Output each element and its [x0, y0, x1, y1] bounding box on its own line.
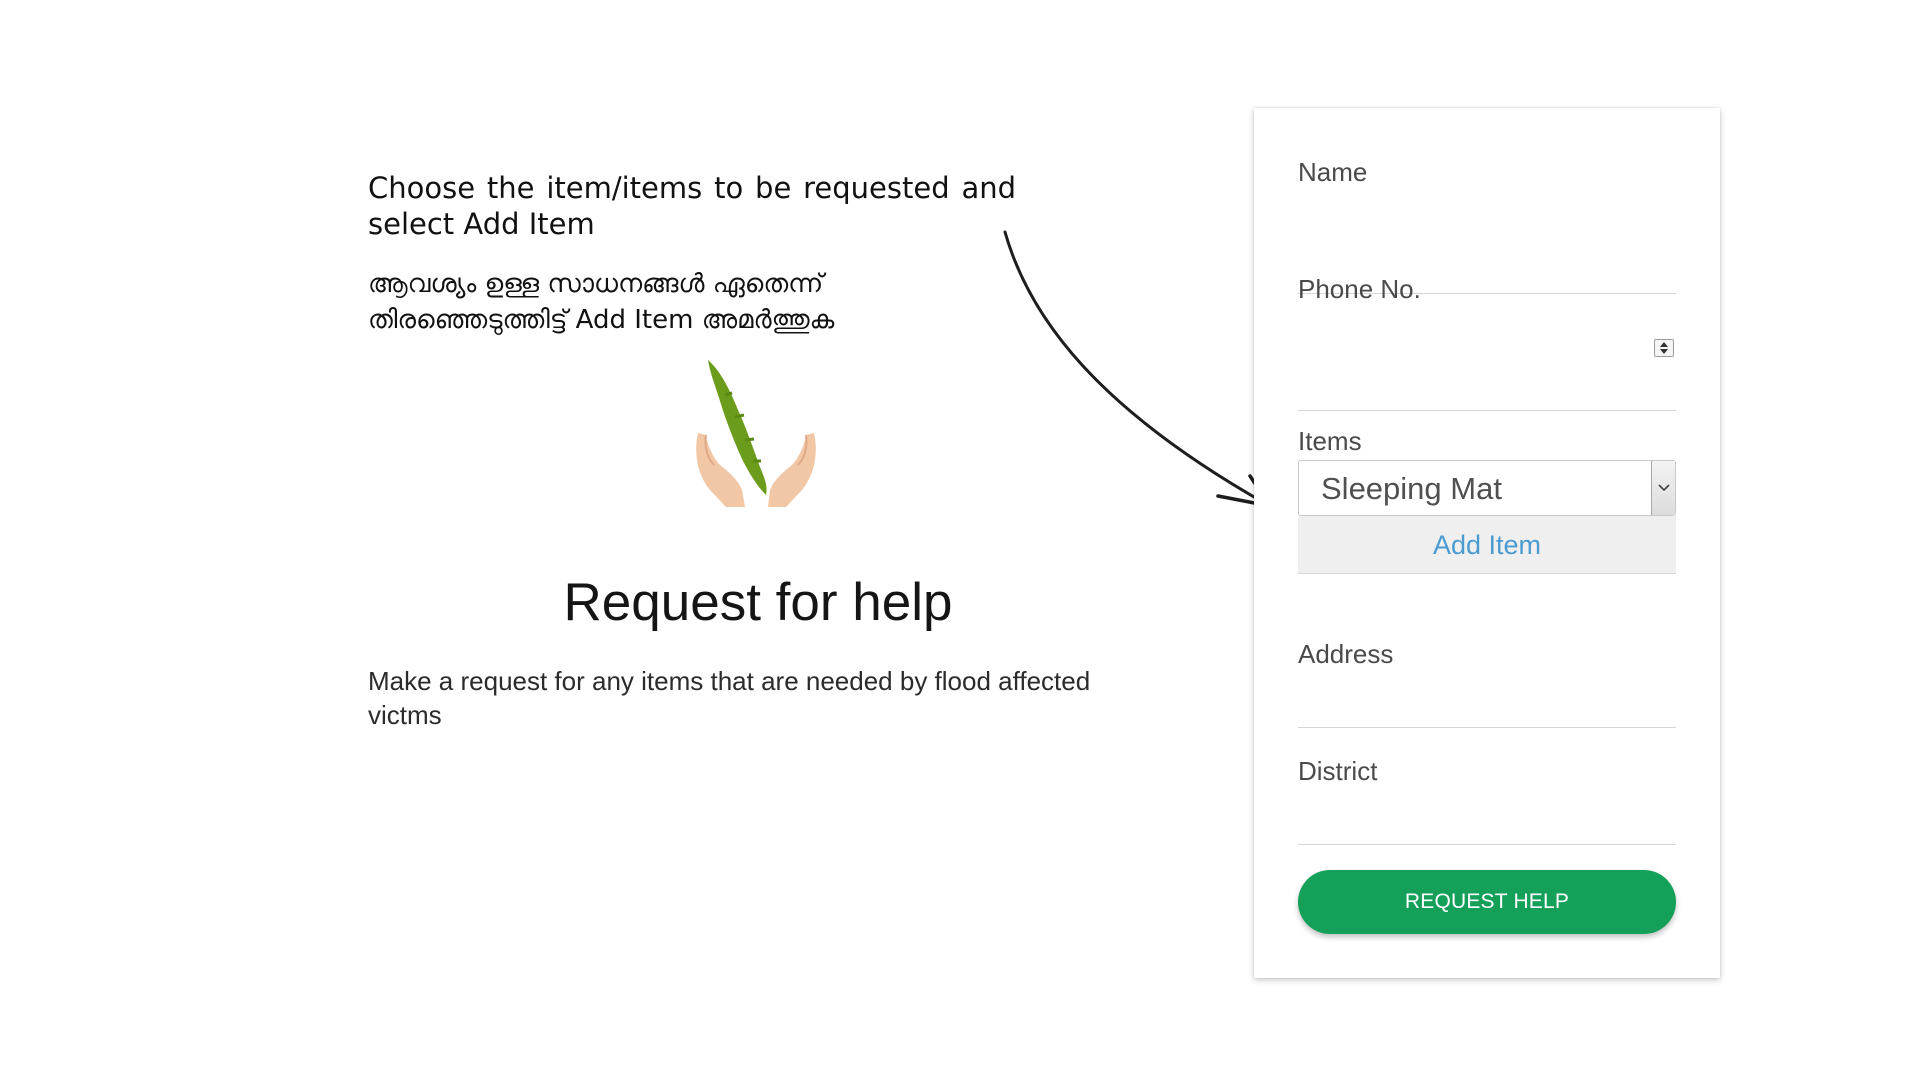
- add-item-button[interactable]: Add Item: [1298, 516, 1676, 574]
- kerala-hands-logo-icon: [696, 360, 816, 507]
- address-input[interactable]: [1298, 727, 1676, 728]
- chevron-down-icon[interactable]: [1651, 461, 1675, 515]
- request-form-card: Name Phone No. Items Sleeping Mat Add It…: [1254, 108, 1720, 978]
- name-field[interactable]: Name: [1298, 156, 1676, 294]
- district-label: District: [1298, 756, 1378, 786]
- name-label: Name: [1298, 157, 1368, 187]
- district-input[interactable]: [1298, 844, 1676, 845]
- spinner-up-icon[interactable]: [1660, 342, 1668, 347]
- page-title: Request for help: [563, 573, 953, 632]
- phone-label: Phone No.: [1298, 274, 1421, 304]
- spinner-down-icon[interactable]: [1660, 349, 1668, 354]
- items-label: Items: [1298, 426, 1362, 456]
- district-field[interactable]: District: [1298, 755, 1676, 845]
- phone-input[interactable]: [1298, 410, 1676, 411]
- instruction-english: Choose the item/items to be requested an…: [368, 171, 1016, 241]
- number-spinner-icon[interactable]: [1654, 339, 1674, 357]
- page-subtitle: Make a request for any items that are ne…: [368, 666, 1091, 730]
- address-label: Address: [1298, 639, 1394, 669]
- page: Choose the item/items to be requested an…: [0, 0, 1920, 1080]
- items-select[interactable]: Sleeping Mat: [1298, 460, 1676, 516]
- request-help-button[interactable]: REQUEST HELP: [1298, 870, 1676, 934]
- phone-field[interactable]: Phone No.: [1298, 273, 1676, 411]
- address-field[interactable]: Address: [1298, 638, 1676, 728]
- instruction-malayalam: ആവശ്യം ഉള്ള സാധനങ്ങൾ ഏതെന്ന് തിരഞ്ഞെടുത്…: [368, 269, 835, 335]
- items-select-value: Sleeping Mat: [1321, 471, 1502, 506]
